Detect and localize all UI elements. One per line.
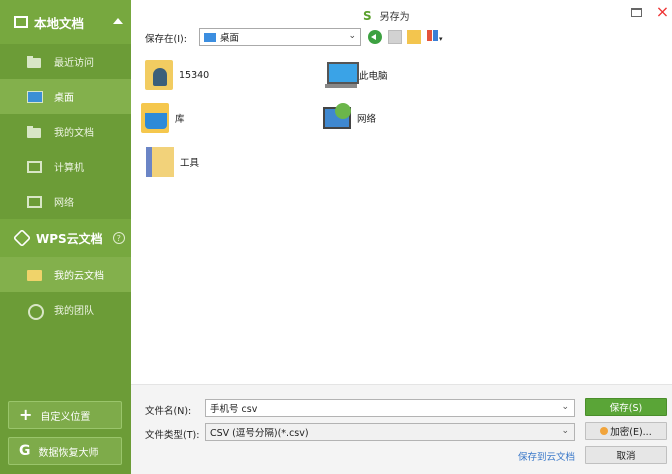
data-recovery-button[interactable]: G 数据恢复大师: [8, 437, 122, 465]
filename-value: 手机号 csv: [210, 404, 258, 415]
sidebar-item-label: 计算机: [54, 163, 84, 174]
sidebar-item-my-team[interactable]: 我的团队: [0, 292, 131, 327]
network-icon: [27, 195, 42, 208]
filetype-value: CSV (逗号分隔)(*.csv): [210, 428, 309, 439]
user-folder-icon: [145, 60, 173, 90]
this-pc-icon: [325, 60, 359, 90]
sidebar-item-recent[interactable]: 最近访问: [0, 44, 131, 79]
sidebar-item-computer[interactable]: 计算机: [0, 149, 131, 184]
tools-folder-icon: [146, 147, 174, 177]
save-in-value: 桌面: [220, 33, 240, 44]
dialog-title: S 另存为: [363, 8, 410, 24]
custom-location-button[interactable]: + 自定义位置: [8, 401, 122, 429]
sidebar-item-label: 我的团队: [54, 306, 94, 317]
encrypt-label: 加密(E)...: [610, 427, 652, 438]
file-item-this-pc[interactable]: 此电脑: [325, 60, 388, 90]
local-documents-label: 本地文档: [34, 15, 85, 31]
file-name: 工具: [180, 158, 200, 169]
save-button[interactable]: 保存(S): [585, 398, 667, 416]
maximize-icon[interactable]: [631, 8, 642, 17]
file-item-network[interactable]: 网络: [323, 103, 376, 133]
view-menu-icon[interactable]: ▾: [427, 30, 447, 44]
save-in-label: 保存在(I):: [145, 34, 187, 45]
cloud-folder-icon: [27, 269, 42, 281]
monitor-icon: [14, 16, 28, 28]
desktop-icon: [204, 32, 216, 42]
sidebar-item-label: 我的文档: [54, 128, 94, 139]
filename-input[interactable]: 手机号 csv ⌄: [205, 399, 575, 417]
sidebar: 本地文档 最近访问 桌面 我的文档 计算机 网络 WPS云文档 ? 我的云文档 …: [0, 0, 131, 474]
file-item-tools[interactable]: 工具: [146, 147, 199, 177]
save-in-select[interactable]: 桌面 ⌄: [199, 28, 361, 46]
sidebar-item-label: 桌面: [54, 93, 74, 104]
data-recovery-label: 数据恢复大师: [38, 447, 99, 459]
sidebar-item-label: 网络: [54, 198, 74, 209]
filename-label: 文件名(N):: [145, 406, 192, 417]
filetype-select[interactable]: CSV (逗号分隔)(*.csv) ⌄: [205, 423, 575, 441]
wps-logo-icon: S: [363, 8, 372, 23]
lock-icon: [600, 427, 609, 435]
file-name: 此电脑: [359, 71, 388, 82]
file-name: 网络: [357, 114, 377, 125]
collapse-caret-icon[interactable]: [113, 18, 123, 24]
network-globe-icon: [323, 103, 351, 133]
sidebar-item-desktop[interactable]: 桌面: [0, 79, 131, 114]
new-folder-icon[interactable]: [407, 30, 421, 44]
file-name: 库: [175, 114, 185, 125]
computer-icon: [27, 160, 42, 173]
sidebar-item-my-documents[interactable]: 我的文档: [0, 114, 131, 149]
sidebar-item-label: 我的云文档: [54, 271, 104, 282]
file-item-library[interactable]: 库: [141, 103, 185, 133]
back-icon[interactable]: [368, 30, 382, 44]
desktop-icon: [27, 90, 43, 103]
team-icon: [27, 303, 44, 320]
custom-location-label: 自定义位置: [40, 411, 91, 423]
local-documents-header[interactable]: 本地文档: [0, 0, 131, 44]
sidebar-item-network[interactable]: 网络: [0, 184, 131, 219]
wps-cloud-label: WPS云文档: [36, 231, 103, 246]
library-icon: [141, 103, 169, 133]
wps-cloud-header[interactable]: WPS云文档 ?: [0, 219, 131, 257]
save-to-cloud-link[interactable]: 保存到云文档: [518, 449, 575, 463]
chevron-down-icon[interactable]: ⌄: [561, 402, 569, 412]
cancel-button[interactable]: 取消: [585, 446, 667, 464]
recent-folder-icon: [27, 55, 42, 68]
close-icon[interactable]: ×: [655, 4, 670, 20]
chevron-down-icon[interactable]: ⌄: [561, 426, 569, 436]
file-item-user[interactable]: 15340: [145, 60, 209, 90]
sidebar-item-label: 最近访问: [54, 58, 94, 69]
plus-icon: +: [19, 405, 33, 424]
dialog-title-text: 另存为: [379, 12, 410, 23]
chevron-down-icon: ⌄: [348, 31, 356, 41]
help-icon[interactable]: ?: [112, 232, 125, 244]
up-folder-icon[interactable]: [388, 30, 402, 44]
file-name: 15340: [179, 69, 210, 81]
filetype-label: 文件类型(T):: [145, 430, 200, 441]
recovery-icon: G: [19, 443, 31, 459]
encrypt-button[interactable]: 加密(E)...: [585, 422, 667, 440]
sidebar-item-my-cloud-docs[interactable]: 我的云文档: [0, 257, 131, 292]
cloud-cube-icon: [12, 228, 32, 248]
folder-icon: [27, 125, 42, 138]
title-bar: S 另存为 ×: [131, 0, 672, 26]
